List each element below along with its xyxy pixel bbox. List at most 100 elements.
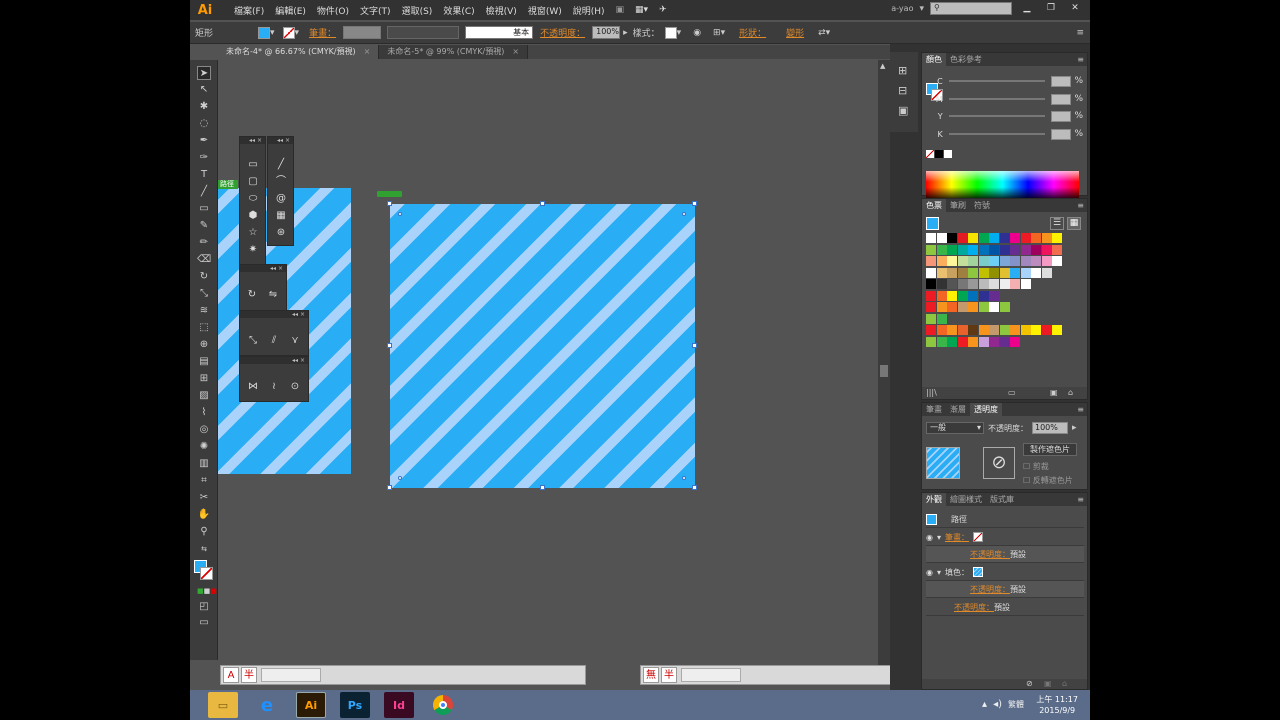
delete-item-icon[interactable]: ⌂: [1062, 679, 1067, 688]
corner-widget-tl[interactable]: [398, 212, 402, 216]
handle-top-mid[interactable]: [540, 201, 545, 206]
disclosure-triangle-icon[interactable]: ▾: [937, 533, 941, 542]
fill-swatch[interactable]: [258, 26, 271, 39]
panel-menu-icon[interactable]: ≡: [1077, 495, 1084, 504]
swatch-cell[interactable]: [936, 290, 947, 301]
scroll-up-icon[interactable]: ▲: [880, 62, 885, 70]
ime-input[interactable]: [261, 668, 321, 682]
panel-menu-icon[interactable]: ≡: [1077, 405, 1084, 414]
paintbrush-icon[interactable]: ✎: [197, 219, 211, 233]
vertical-scrollbar[interactable]: ▲: [878, 60, 890, 665]
menu-select[interactable]: 選取(S): [402, 4, 433, 17]
symbol-sprayer-icon[interactable]: ✺: [197, 440, 211, 454]
mask-thumbnail[interactable]: ⊘: [983, 447, 1015, 479]
file-explorer-icon[interactable]: ▭: [208, 692, 238, 718]
swatch-cell[interactable]: [926, 256, 936, 266]
swatch-cell[interactable]: [957, 256, 968, 266]
swatch-cell[interactable]: [1052, 256, 1062, 266]
appearance-fill-row[interactable]: ◉ ▾ 填色：: [926, 564, 1084, 581]
internet-explorer-icon[interactable]: e: [252, 692, 282, 718]
clock[interactable]: 上午 11:17 2015/9/9: [1036, 694, 1078, 716]
selected-rectangle[interactable]: [390, 204, 695, 488]
swatch-cell[interactable]: [926, 313, 936, 324]
swatch-cell[interactable]: [978, 267, 989, 278]
stroke-weight-input[interactable]: [343, 26, 382, 39]
graph-tool-icon[interactable]: ▥: [197, 457, 211, 471]
tab-document-4[interactable]: 未命名-4* @ 66.67% (CMYK/預視) ×: [218, 45, 380, 59]
transform-link[interactable]: 變形: [786, 26, 804, 39]
swatch-cell[interactable]: [968, 256, 978, 266]
appearance-object-row[interactable]: 路徑: [926, 511, 1084, 528]
menu-object[interactable]: 物件(O): [317, 4, 349, 17]
tab-transparency[interactable]: 透明度: [970, 403, 1002, 416]
illustrator-taskbar-icon[interactable]: Ai: [296, 692, 326, 718]
scroll-thumb[interactable]: [880, 365, 888, 377]
appearance-fill-opacity-row[interactable]: 不透明度： 預設: [926, 581, 1084, 598]
canvas-area[interactable]: 路徑 ◂◂ × ▭ ▢ ⬭ ⬢ ☆ ✷ ◂◂ × ╱ ⌒ @ ▦ ⊛ ◂◂ × …: [218, 60, 880, 665]
handle-mid-left[interactable]: [387, 343, 392, 348]
flare-icon[interactable]: ✷: [247, 244, 259, 256]
flyout-header[interactable]: ◂◂ ×: [240, 137, 265, 144]
swatch-cell[interactable]: [999, 244, 1010, 255]
opacity-link[interactable]: 不透明度：: [954, 602, 994, 613]
direct-selection-tool-icon[interactable]: ↖: [197, 83, 211, 97]
stroke-swatch[interactable]: [282, 26, 295, 39]
close-icon[interactable]: ×: [364, 47, 371, 56]
ime-mode[interactable]: A: [223, 667, 239, 683]
swatch-cell[interactable]: [1041, 325, 1052, 335]
swatch-cell[interactable]: [999, 279, 1010, 289]
free-transform-icon[interactable]: ⬚: [197, 321, 211, 335]
swatch-cell[interactable]: [1020, 256, 1031, 266]
yellow-row[interactable]: Y %: [928, 110, 1083, 122]
reflect-icon[interactable]: ⇋: [267, 289, 279, 301]
swatch-cell[interactable]: [947, 302, 957, 312]
swatch-cell[interactable]: [1020, 233, 1031, 243]
swatch-cell[interactable]: [968, 244, 978, 255]
help-search-input[interactable]: ⚲: [930, 2, 1012, 15]
line-tool-icon[interactable]: ╱: [197, 185, 211, 199]
stroke-dropdown-icon[interactable]: ▾: [295, 28, 300, 38]
list-view-icon[interactable]: ☰: [1050, 217, 1064, 230]
opacity-input[interactable]: 100%: [592, 26, 621, 39]
invert-mask-checkbox[interactable]: ☐ 反轉遮色片: [1023, 475, 1073, 486]
magic-wand-icon[interactable]: ✱: [197, 100, 211, 114]
star-icon[interactable]: ☆: [247, 227, 259, 239]
tab-color-guide[interactable]: 色彩參考: [946, 54, 986, 65]
tab-brushes[interactable]: 筆刷: [946, 200, 970, 211]
swatch-cell[interactable]: [947, 256, 957, 266]
swatch-cell[interactable]: [1031, 267, 1041, 278]
visibility-eye-icon[interactable]: ◉: [926, 533, 933, 542]
grid-view-icon[interactable]: ▦: [1067, 217, 1081, 230]
swatch-cell[interactable]: [978, 302, 989, 312]
swatch-cell[interactable]: [968, 233, 978, 243]
swatch-cell[interactable]: [936, 244, 947, 255]
tab-appearance[interactable]: 外觀: [922, 493, 946, 506]
indesign-taskbar-icon[interactable]: Id: [384, 692, 414, 718]
shape-link[interactable]: 形狀：: [739, 26, 766, 39]
color-spectrum[interactable]: [926, 171, 1079, 198]
spiral-icon[interactable]: @: [275, 193, 287, 205]
corner-widget-tr[interactable]: [682, 212, 686, 216]
style-dropdown-icon[interactable]: ▾: [677, 28, 682, 38]
yellow-slider[interactable]: [948, 115, 1046, 117]
make-mask-button[interactable]: 製作遮色片: [1023, 443, 1077, 456]
swatch-cell[interactable]: [1041, 256, 1052, 266]
swatch-cell[interactable]: [947, 267, 957, 278]
handle-bottom-left[interactable]: [387, 485, 392, 490]
new-swatch-icon[interactable]: ▣: [1050, 388, 1058, 397]
menu-type[interactable]: 文字(T): [360, 4, 391, 17]
close-icon[interactable]: ×: [512, 47, 519, 56]
swatch-cell[interactable]: [926, 244, 936, 255]
arrange-documents-icon[interactable]: ▦▾: [635, 5, 648, 15]
restore-icon[interactable]: ❐: [1042, 3, 1060, 15]
zoom-tool-icon[interactable]: ⚲: [197, 525, 211, 539]
swatch-cell[interactable]: [926, 325, 936, 335]
type-tool-icon[interactable]: T: [197, 168, 211, 182]
swatch-fill-indicator[interactable]: [926, 217, 939, 230]
tab-libraries[interactable]: 版式庫: [986, 494, 1018, 505]
swatch-cell[interactable]: [978, 279, 989, 289]
swatch-cell[interactable]: [1010, 244, 1020, 255]
chrome-taskbar-icon[interactable]: [428, 692, 458, 718]
swatch-cell[interactable]: [947, 244, 957, 255]
rotate-tool-icon[interactable]: ↻: [197, 270, 211, 284]
